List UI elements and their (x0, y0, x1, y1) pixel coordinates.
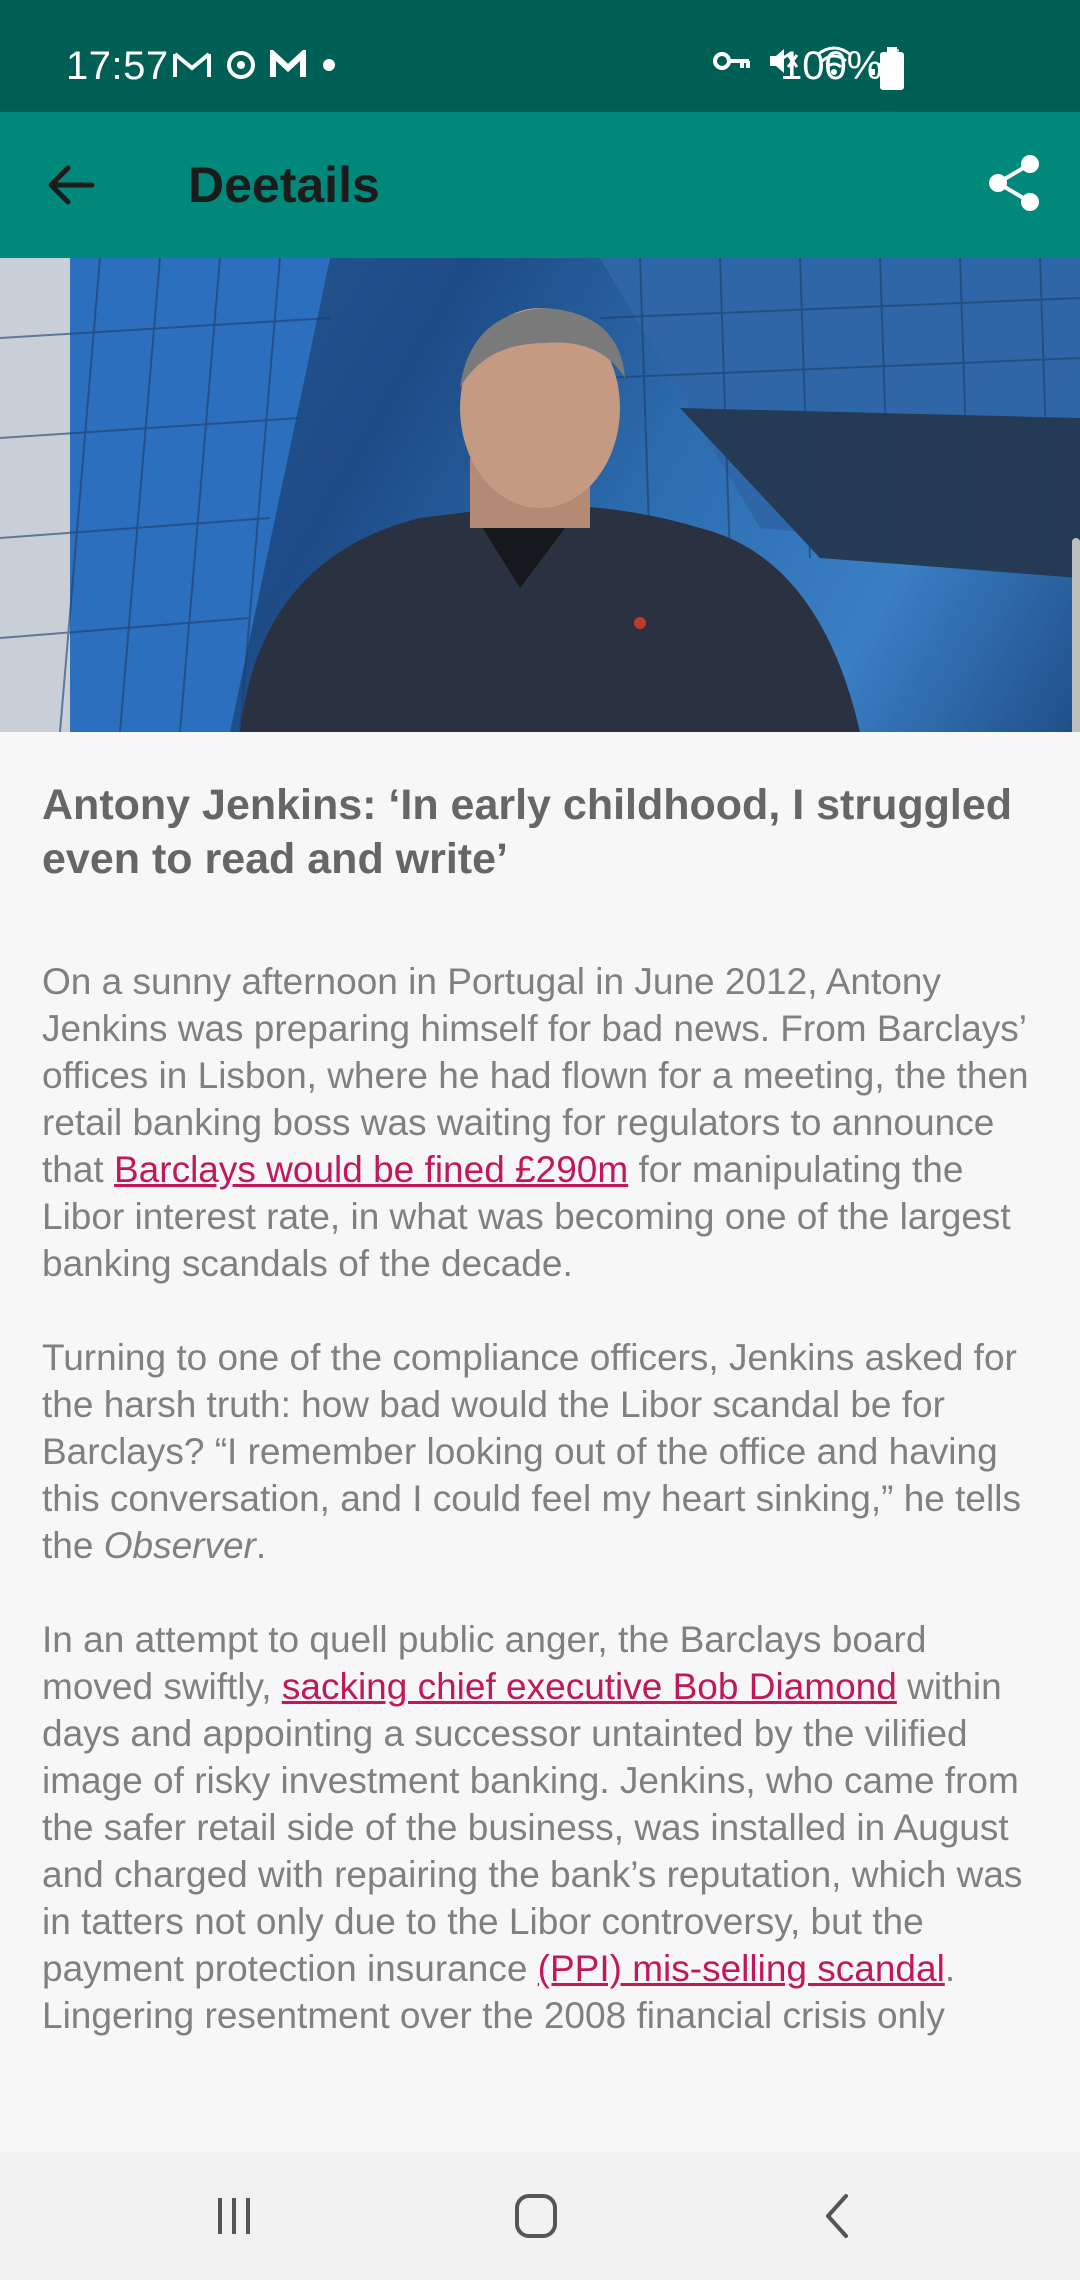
back-chevron-icon (826, 2194, 848, 2238)
link-sacking-bob-diamond[interactable]: sacking chief executive Bob Diamond (282, 1666, 897, 1707)
article-image (0, 258, 1080, 732)
article-body: Antony Jenkins: ‘In early childhood, I s… (42, 778, 1038, 2086)
gmail-icon (173, 52, 211, 77)
share-button[interactable] (986, 154, 1046, 214)
status-bar: 17:57 100% (0, 0, 1080, 112)
recents-button[interactable] (204, 2188, 264, 2244)
article-paragraph-3: In an attempt to quell public anger, the… (42, 1619, 1023, 2036)
article-paragraph-1: On a sunny afternoon in Portugal in June… (42, 961, 1029, 1284)
dot-icon (323, 59, 335, 71)
m-app-icon (270, 50, 306, 77)
sync-icon (227, 51, 255, 79)
home-button[interactable] (506, 2188, 566, 2244)
link-barclays-fined[interactable]: Barclays would be fined £290m (114, 1149, 628, 1190)
arrow-back-icon (48, 165, 95, 205)
article-headline: Antony Jenkins: ‘In early childhood, I s… (42, 781, 1012, 883)
scrollbar[interactable] (1072, 538, 1080, 732)
system-nav-bar (0, 2152, 1080, 2280)
battery-icon (880, 47, 904, 90)
app-bar: Deetails (0, 112, 1080, 258)
status-time: 17:57 (66, 44, 169, 88)
back-button[interactable] (44, 160, 104, 210)
page-title: Deetails (188, 157, 380, 213)
nav-back-button[interactable] (808, 2188, 868, 2244)
hero-photo (0, 258, 1080, 732)
notification-icons (172, 48, 340, 82)
battery-percentage: 100% (780, 44, 883, 88)
share-icon (989, 155, 1039, 211)
observer-italic: Observer (103, 1525, 256, 1566)
vpn-key-icon (713, 52, 750, 70)
recents-icon (218, 2198, 250, 2234)
article-paragraph-2: Turning to one of the compliance officer… (42, 1337, 1021, 1566)
link-ppi-scandal[interactable]: (PPI) mis-selling scandal (538, 1948, 945, 1989)
home-icon (515, 2194, 557, 2238)
